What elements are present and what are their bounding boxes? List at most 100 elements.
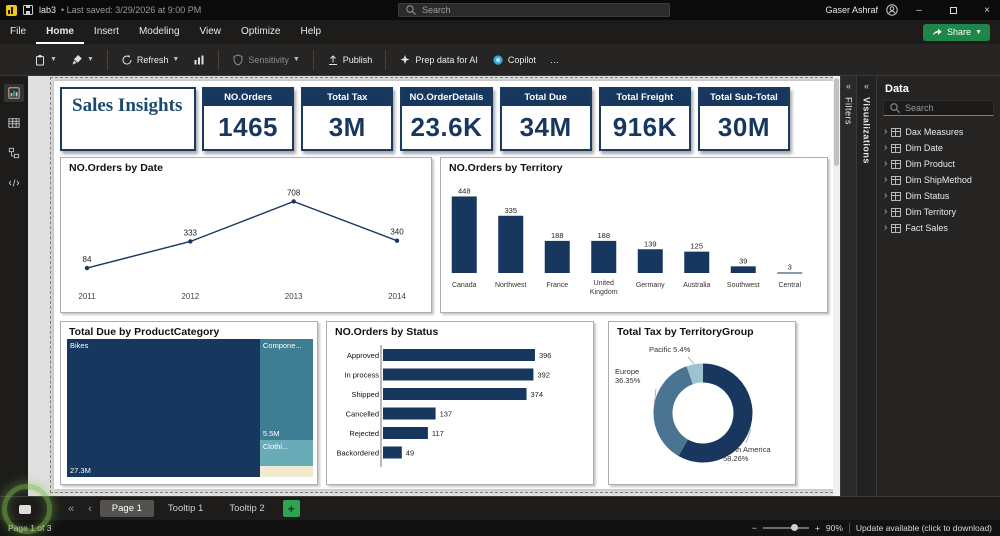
paste-button[interactable]: ▼: [28, 51, 63, 69]
expand-chevron-icon[interactable]: ›: [884, 127, 887, 137]
horizontal-bar-chart: Approved 396 In process 392 Shipped 374 Cancel…: [336, 345, 551, 467]
svg-text:Germany: Germany: [636, 282, 665, 289]
menu-items: File Home Insert Modeling View Optimize Help: [0, 20, 331, 44]
share-button[interactable]: Share ▼: [923, 23, 990, 41]
menu-home[interactable]: Home: [36, 20, 84, 44]
treemap-block-compone[interactable]: Compone... 5.5M: [259, 339, 313, 441]
menu-help[interactable]: Help: [290, 20, 331, 44]
dax-query-view-button[interactable]: [4, 174, 24, 192]
scrollbar-thumb[interactable]: [834, 78, 839, 166]
kpi-card-total-due[interactable]: Total Due 34M: [499, 87, 592, 151]
svg-text:125: 125: [690, 242, 703, 251]
expand-pane-icon[interactable]: «: [846, 81, 851, 91]
page-tab-tooltip-2[interactable]: Tooltip 2: [217, 500, 276, 517]
expand-chevron-icon[interactable]: ›: [884, 223, 887, 233]
data-item-dim-product[interactable]: › Dim Product: [877, 156, 1000, 172]
data-item-dim-territory[interactable]: › Dim Territory: [877, 204, 1000, 220]
treemap-block-small[interactable]: [259, 465, 313, 477]
page-tab-tooltip-1[interactable]: Tooltip 1: [156, 500, 215, 517]
expand-chevron-icon[interactable]: ›: [884, 175, 887, 185]
report-canvas[interactable]: Sales Insights NO.Orders 1465 Total Tax 3M N…: [28, 76, 840, 496]
visual-orders-by-date[interactable]: NO.Orders by Date 84 2011 333 2012 708 2013 34…: [60, 157, 432, 313]
powerbi-desktop-window: lab3 • Last saved: 3/29/2026 at 9:00 PM …: [0, 0, 1000, 536]
menu-modeling[interactable]: Modeling: [129, 20, 190, 44]
model-view-button[interactable]: [4, 144, 24, 162]
save-icon[interactable]: [22, 4, 34, 16]
vertical-scrollbar[interactable]: [833, 76, 840, 496]
data-item-dax-measures[interactable]: › Dax Measures: [877, 124, 1000, 140]
kpi-card-total-freight[interactable]: Total Freight 916K: [598, 87, 691, 151]
data-item-dim-shipmethod[interactable]: › Dim ShipMethod: [877, 172, 1000, 188]
sparkle-icon: [400, 54, 410, 64]
data-field-list: › Dax Measures › Dim Date › Dim Product › Dim S…: [877, 124, 1000, 236]
visual-total-due-by-productcategory[interactable]: Total Due by ProductCategory Bikes 27.3M C…: [60, 321, 318, 485]
copilot-button[interactable]: Copilot: [486, 51, 542, 69]
report-title-card[interactable]: Sales Insights: [60, 87, 196, 151]
zoom-out-button[interactable]: −: [752, 523, 757, 533]
kpi-card-total-tax[interactable]: Total Tax 3M: [301, 87, 394, 151]
global-search-input[interactable]: Search: [398, 3, 670, 17]
zoom-slider-knob[interactable]: [790, 524, 798, 531]
update-available-link[interactable]: Update available (click to download): [856, 523, 992, 533]
table-icon: [891, 159, 902, 169]
publish-button[interactable]: Publish: [321, 51, 379, 69]
minimize-button[interactable]: –: [906, 0, 932, 20]
visual-total-tax-by-territorygroup[interactable]: Total Tax by TerritoryGroup Pacific 5.4%…: [608, 321, 796, 485]
expand-chevron-icon[interactable]: ›: [884, 143, 887, 153]
menu-view[interactable]: View: [190, 20, 232, 44]
kpi-card-no-orderdetails[interactable]: NO.OrderDetails 23.6K: [400, 87, 493, 151]
user-name[interactable]: Gaser Ashraf: [825, 5, 878, 15]
shield-icon: [233, 53, 243, 66]
refresh-button[interactable]: Refresh ▼: [115, 51, 185, 69]
ribbon-more-button[interactable]: …: [544, 52, 565, 68]
data-item-dim-date[interactable]: › Dim Date: [877, 140, 1000, 156]
menu-file[interactable]: File: [0, 20, 36, 44]
filters-pane-collapsed[interactable]: « Filters: [840, 76, 856, 496]
data-search-input[interactable]: Search: [883, 100, 994, 116]
prep-data-for-ai-button[interactable]: Prep data for AI: [393, 51, 484, 69]
kpi-card-total-sub-total[interactable]: Total Sub-Total 30M: [697, 87, 791, 151]
treemap-block-clothi[interactable]: Clothi...: [259, 440, 313, 466]
data-item-dim-status[interactable]: › Dim Status: [877, 188, 1000, 204]
data-view-button[interactable]: [4, 114, 24, 132]
previous-page-button[interactable]: ‹: [82, 503, 98, 515]
menu-optimize[interactable]: Optimize: [231, 20, 290, 44]
user-icon[interactable]: [886, 4, 898, 16]
visual-orders-by-status[interactable]: NO.Orders by Status Approved 396 In proces…: [326, 321, 594, 485]
new-visual-button[interactable]: [187, 51, 211, 69]
visualizations-pane-collapsed[interactable]: « Visualizations: [856, 76, 876, 496]
kpi-value: 1465: [218, 112, 278, 142]
data-item-label: Fact Sales: [905, 223, 948, 233]
visualizations-pane-label: Visualizations: [861, 97, 872, 164]
data-item-fact-sales[interactable]: › Fact Sales: [877, 220, 1000, 236]
visual-orders-by-territory[interactable]: NO.Orders by Territory 448 Canada 335 North…: [440, 157, 828, 313]
close-button[interactable]: ×: [974, 0, 1000, 20]
expand-chevron-icon[interactable]: ›: [884, 159, 887, 169]
report-view-icon: [8, 87, 20, 99]
svg-text:392: 392: [537, 371, 550, 380]
treemap-block-bikes[interactable]: Bikes 27.3M: [67, 339, 260, 477]
copilot-icon: [493, 54, 503, 65]
menubar: File Home Insert Modeling View Optimize Help S…: [0, 20, 1000, 44]
kpi-card-no-orders[interactable]: NO.Orders 1465: [202, 87, 295, 151]
donut-label-north-america: North America 58.26%: [723, 445, 771, 463]
zoom-slider[interactable]: [762, 524, 809, 531]
data-item-label: Dim ShipMethod: [905, 175, 972, 185]
kpi-value: 3M: [328, 112, 366, 142]
maximize-button[interactable]: [940, 0, 966, 20]
add-page-button[interactable]: +: [282, 500, 300, 517]
page-tab-page-1[interactable]: Page 1: [99, 500, 154, 517]
menu-insert[interactable]: Insert: [84, 20, 129, 44]
svg-text:2012: 2012: [181, 292, 199, 301]
svg-text:Southwest: Southwest: [727, 282, 760, 289]
expand-pane-icon[interactable]: «: [864, 81, 869, 91]
report-view-button[interactable]: [4, 84, 24, 102]
format-painter-button[interactable]: ▼: [65, 51, 100, 69]
report-page[interactable]: Sales Insights NO.Orders 1465 Total Tax 3M N…: [50, 77, 838, 493]
first-page-button[interactable]: «: [62, 503, 80, 515]
expand-chevron-icon[interactable]: ›: [884, 191, 887, 201]
expand-chevron-icon[interactable]: ›: [884, 207, 887, 217]
statusbar-separator: [848, 523, 850, 533]
zoom-in-button[interactable]: +: [815, 523, 820, 533]
kpi-title: Total Due: [501, 89, 590, 106]
